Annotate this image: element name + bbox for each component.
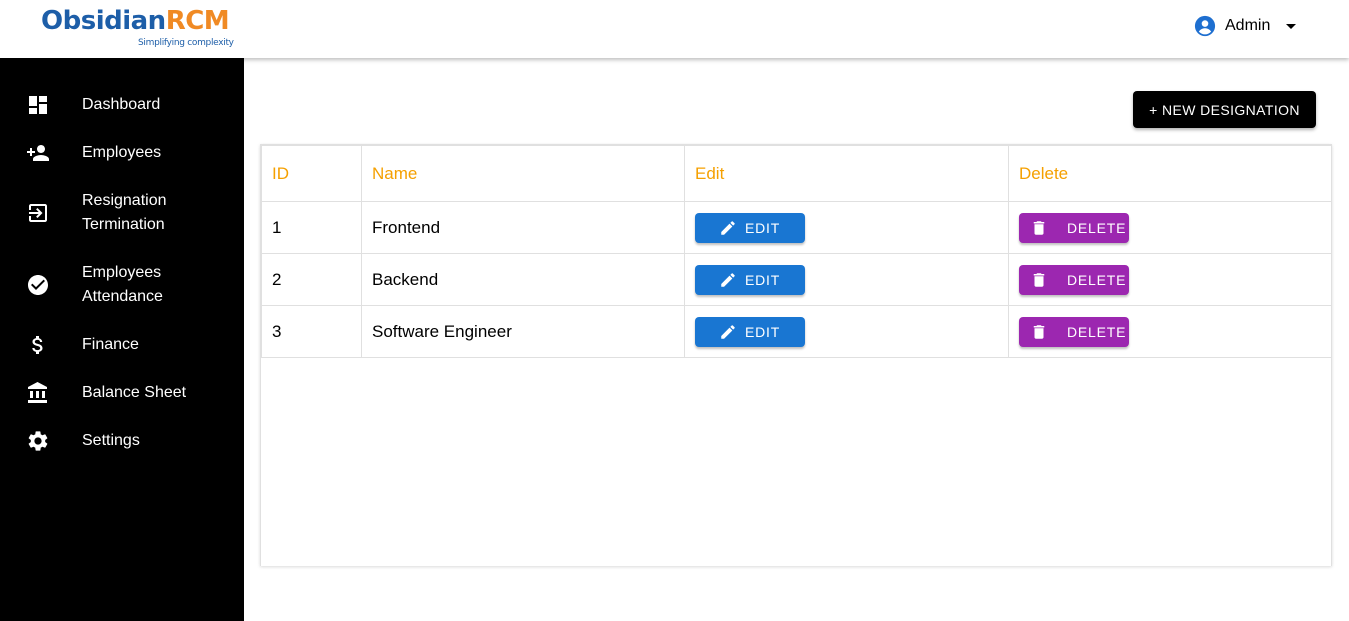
trash-icon bbox=[1033, 324, 1045, 339]
cell-delete: DELETE bbox=[1008, 253, 1332, 306]
sidebar-item-finance[interactable]: Finance bbox=[0, 333, 244, 357]
sidebar-item-label: Finance bbox=[82, 336, 139, 353]
column-header-delete: Delete bbox=[1008, 145, 1332, 202]
brand-logo[interactable]: ObsidianRCM Simplifying complexity bbox=[41, 6, 241, 50]
dashboard-icon bbox=[26, 93, 50, 117]
cell-edit: EDIT bbox=[684, 305, 1009, 358]
sidebar-item-resignation-termination[interactable]: Resignation Termination bbox=[0, 189, 244, 237]
delete-button[interactable]: DELETE bbox=[1019, 264, 1129, 295]
column-header-edit: Edit bbox=[684, 145, 1009, 202]
trash-icon bbox=[1033, 272, 1045, 287]
user-name: Admin bbox=[1225, 17, 1271, 34]
brand-tagline: Simplifying complexity bbox=[138, 38, 234, 48]
trash-icon bbox=[1033, 220, 1045, 235]
table-row: 3 Software Engineer EDIT DELETE bbox=[261, 305, 1332, 358]
edit-button[interactable]: EDIT bbox=[695, 212, 805, 243]
person-add-icon bbox=[26, 141, 50, 165]
column-header-name: Name bbox=[361, 145, 685, 202]
sidebar-item-dashboard[interactable]: Dashboard bbox=[0, 93, 244, 117]
sidebar-item-label: Settings bbox=[82, 432, 140, 449]
edit-button[interactable]: EDIT bbox=[695, 316, 805, 347]
table-row: 2 Backend EDIT DELETE bbox=[261, 253, 1332, 306]
dollar-icon bbox=[26, 333, 50, 357]
edit-button-label: EDIT bbox=[745, 219, 781, 236]
brand-name-part1: Obsidian bbox=[41, 6, 166, 36]
cell-name: Software Engineer bbox=[361, 305, 685, 358]
cell-id: 3 bbox=[261, 305, 362, 358]
caret-down-icon bbox=[1286, 23, 1297, 29]
gear-icon bbox=[26, 429, 50, 453]
app-bar: ObsidianRCM Simplifying complexity Admin bbox=[0, 0, 1349, 58]
delete-button-label: DELETE bbox=[1067, 219, 1127, 236]
pencil-icon bbox=[721, 220, 735, 235]
check-circle-icon bbox=[26, 273, 50, 297]
table-row: 1 Frontend EDIT DELETE bbox=[261, 201, 1332, 254]
sidebar-item-label: Resignation Termination bbox=[82, 192, 167, 233]
sidebar-item-label: Balance Sheet bbox=[82, 384, 187, 401]
cell-name: Frontend bbox=[361, 201, 685, 254]
delete-button-label: DELETE bbox=[1067, 323, 1127, 340]
delete-button-label: DELETE bbox=[1067, 271, 1127, 288]
sidebar-item-employees[interactable]: Employees bbox=[0, 141, 244, 165]
brand-name-part2: RCM bbox=[165, 6, 230, 36]
designations-table: ID Name Edit Delete 1 Frontend EDIT DELE… bbox=[261, 145, 1332, 358]
main-content: + NEW DESIGNATION ID Name Edit Delete 1 … bbox=[244, 58, 1349, 621]
pencil-icon bbox=[721, 324, 735, 339]
sidebar-item-label: Employees bbox=[82, 144, 162, 161]
brand-name: ObsidianRCM bbox=[41, 6, 230, 36]
cell-edit: EDIT bbox=[684, 253, 1009, 306]
cell-id: 1 bbox=[261, 201, 362, 254]
sidebar-item-label: Dashboard bbox=[82, 96, 161, 113]
sidebar-item-employees-attendance[interactable]: Employees Attendance bbox=[0, 261, 244, 309]
sidebar-item-balance-sheet[interactable]: Balance Sheet bbox=[0, 381, 244, 405]
sidebar-item-settings[interactable]: Settings bbox=[0, 429, 244, 453]
cell-delete: DELETE bbox=[1008, 305, 1332, 358]
sidebar-item-label: Employees Attendance bbox=[82, 264, 163, 305]
designations-table-container: ID Name Edit Delete 1 Frontend EDIT DELE… bbox=[260, 144, 1332, 566]
bank-icon bbox=[26, 381, 50, 405]
pencil-icon bbox=[721, 272, 735, 287]
account-circle-icon bbox=[1194, 15, 1216, 37]
cell-edit: EDIT bbox=[684, 201, 1009, 254]
user-menu-button[interactable]: Admin bbox=[1194, 14, 1297, 38]
table-header-row: ID Name Edit Delete bbox=[261, 145, 1332, 202]
column-header-id: ID bbox=[261, 145, 362, 202]
exit-icon bbox=[26, 201, 50, 225]
new-designation-button[interactable]: + NEW DESIGNATION bbox=[1133, 91, 1316, 128]
edit-button-label: EDIT bbox=[745, 271, 781, 288]
edit-button[interactable]: EDIT bbox=[695, 264, 805, 295]
cell-name: Backend bbox=[361, 253, 685, 306]
sidebar-nav: Dashboard Employees Resignation Terminat… bbox=[0, 58, 244, 621]
delete-button[interactable]: DELETE bbox=[1019, 212, 1129, 243]
delete-button[interactable]: DELETE bbox=[1019, 316, 1129, 347]
cell-delete: DELETE bbox=[1008, 201, 1332, 254]
cell-id: 2 bbox=[261, 253, 362, 306]
edit-button-label: EDIT bbox=[745, 323, 781, 340]
